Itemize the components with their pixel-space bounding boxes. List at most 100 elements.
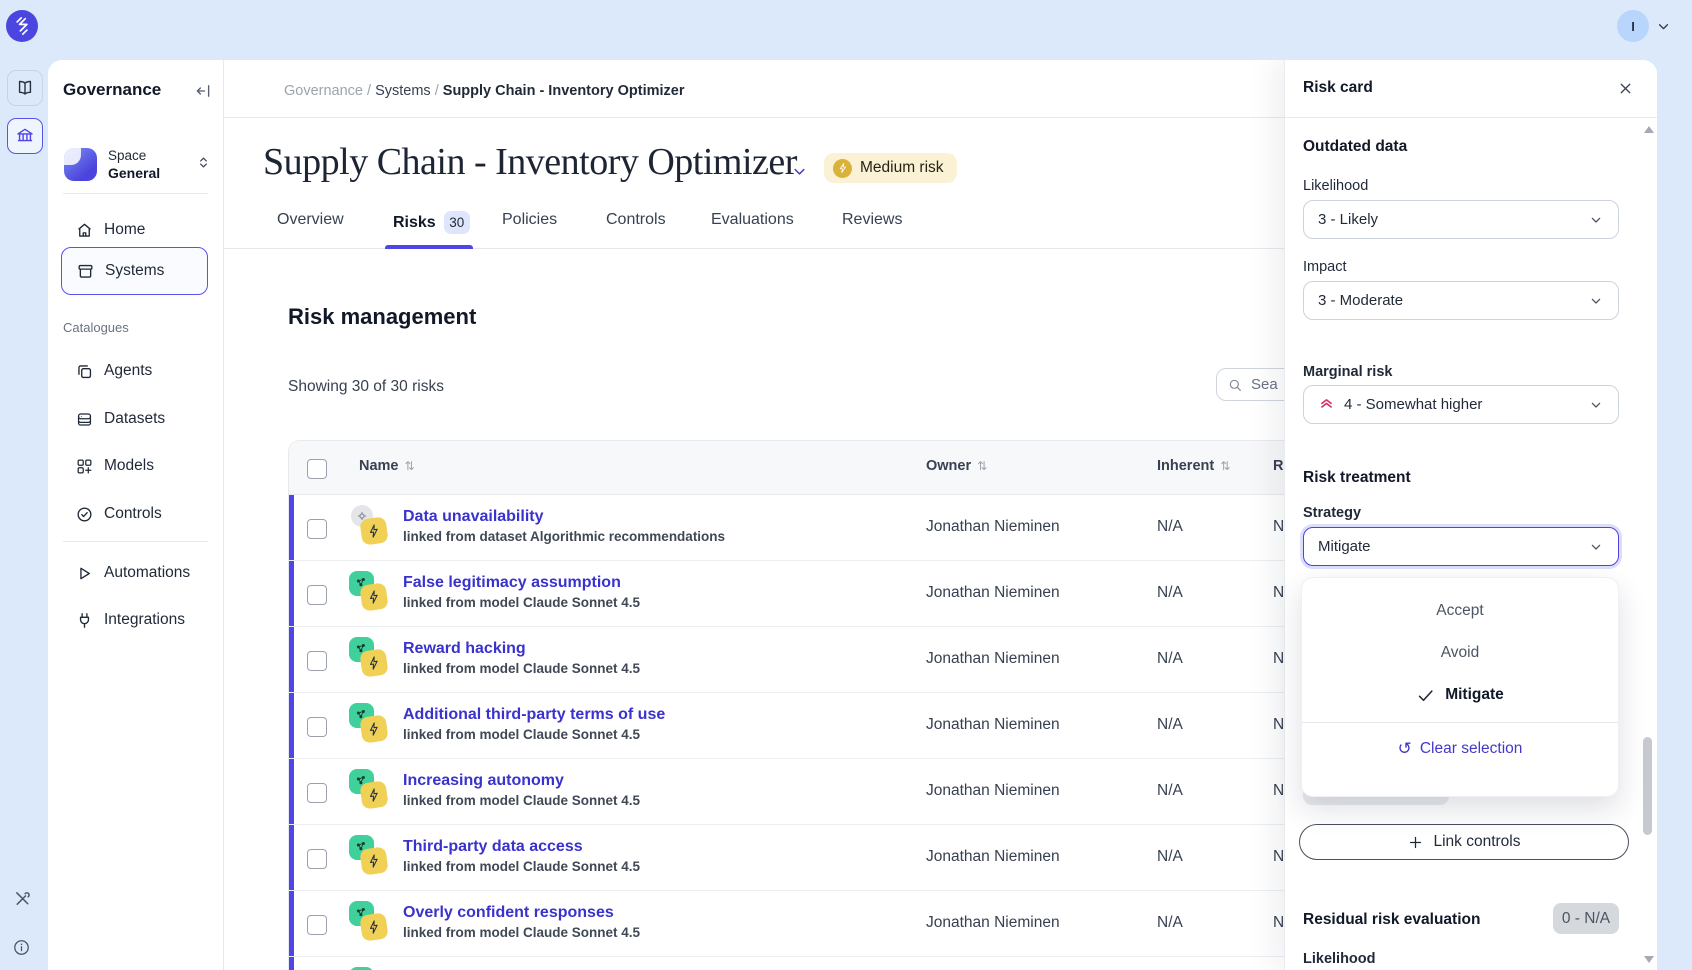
rail-docs-button[interactable] xyxy=(7,70,43,106)
rail-governance-button[interactable] xyxy=(7,118,43,154)
sidebar-item-systems[interactable]: Systems xyxy=(61,247,208,295)
tab-overview[interactable]: Overview xyxy=(277,211,344,229)
row-checkbox[interactable] xyxy=(307,651,327,671)
catalogues-section-label: Catalogues xyxy=(63,320,129,335)
row-accent-stripe xyxy=(289,957,294,970)
sidebar-item-controls[interactable]: Controls xyxy=(61,494,208,534)
rail-tools-button[interactable] xyxy=(12,888,33,909)
panel-title: Risk card xyxy=(1303,79,1373,97)
risk-icons xyxy=(349,901,393,945)
row-accent-stripe xyxy=(289,693,294,758)
space-switcher[interactable] xyxy=(196,155,211,170)
sidebar-item-agents[interactable]: Agents xyxy=(61,351,208,391)
risk-name-link[interactable]: Third-party data access xyxy=(403,836,640,857)
sidebar-item-home[interactable]: Home xyxy=(61,210,208,250)
likelihood-select[interactable]: 3 - Likely xyxy=(1303,200,1619,239)
row-checkbox[interactable] xyxy=(307,717,327,737)
sidebar-item-label: Datasets xyxy=(104,410,165,428)
rail-info-button[interactable] xyxy=(12,938,31,957)
residual-cell-clipped: N xyxy=(1273,584,1284,602)
undo-icon: ↺ xyxy=(1398,739,1412,759)
sidebar-item-integrations[interactable]: Integrations xyxy=(61,600,208,640)
chevron-down-icon xyxy=(1588,293,1604,309)
breadcrumb-governance[interactable]: Governance xyxy=(284,83,363,99)
risk-name-link[interactable]: False legitimacy assumption xyxy=(403,572,640,593)
risk-name-link[interactable]: Increasing autonomy xyxy=(403,770,640,791)
sidebar: Governance Space General Home Systems Ca… xyxy=(48,60,224,970)
sidebar-item-label: Systems xyxy=(105,262,164,280)
sidebar-divider xyxy=(63,541,208,542)
sidebar-item-label: Automations xyxy=(104,564,190,582)
inherent-cell: N/A xyxy=(1157,848,1183,866)
scrollbar-thumb[interactable] xyxy=(1643,737,1652,835)
row-accent-stripe xyxy=(289,495,294,560)
residual-likelihood-label: Likelihood xyxy=(1303,951,1376,967)
residual-risk-label: Residual risk evaluation xyxy=(1303,911,1480,929)
column-header-name[interactable]: Name⇅ xyxy=(359,458,415,474)
owner-cell: Jonathan Nieminen xyxy=(926,716,1060,734)
risk-name-link[interactable]: Data unavailability xyxy=(403,506,725,527)
clear-selection-button[interactable]: ↺ Clear selection xyxy=(1302,723,1618,775)
link-controls-button[interactable]: Link controls xyxy=(1299,824,1629,860)
row-checkbox[interactable] xyxy=(307,783,327,803)
row-checkbox[interactable] xyxy=(307,849,327,869)
tab-reviews[interactable]: Reviews xyxy=(842,211,902,229)
risk-name-link[interactable]: Additional third-party terms of use xyxy=(403,704,665,725)
panel-close-button[interactable] xyxy=(1617,80,1634,97)
systems-icon xyxy=(76,262,95,281)
user-avatar[interactable]: I xyxy=(1617,10,1649,42)
residual-cell-clipped: N xyxy=(1273,716,1284,734)
menu-option-avoid[interactable]: Avoid xyxy=(1302,632,1618,674)
tab-policies[interactable]: Policies xyxy=(502,211,557,229)
title-dropdown-chevron[interactable] xyxy=(790,162,809,181)
select-all-checkbox[interactable] xyxy=(307,459,327,479)
menu-option-mitigate[interactable]: Mitigate xyxy=(1302,674,1618,716)
breadcrumb-systems[interactable]: Systems xyxy=(375,83,431,99)
chevron-down-icon xyxy=(1588,212,1604,228)
sidebar-item-models[interactable]: Models xyxy=(61,446,208,486)
inherent-cell: N/A xyxy=(1157,584,1183,602)
info-icon xyxy=(12,938,31,957)
tab-controls[interactable]: Controls xyxy=(606,211,666,229)
column-header-owner[interactable]: Owner⇅ xyxy=(926,458,987,474)
risk-treatment-heading: Risk treatment xyxy=(1303,469,1411,487)
risk-name-link[interactable]: Reward hacking xyxy=(403,638,640,659)
sidebar-collapse-button[interactable] xyxy=(194,82,212,100)
tab-evaluations[interactable]: Evaluations xyxy=(711,211,794,229)
space-avatar[interactable] xyxy=(64,148,97,181)
strategy-select[interactable]: Mitigate xyxy=(1303,527,1619,566)
row-checkbox[interactable] xyxy=(307,915,327,935)
search-placeholder: Sea xyxy=(1251,376,1278,393)
sort-icon: ⇅ xyxy=(1220,459,1230,473)
risk-badge-label: Medium risk xyxy=(860,159,944,177)
menu-option-accept[interactable]: Accept xyxy=(1302,590,1618,632)
row-checkbox[interactable] xyxy=(307,585,327,605)
close-icon xyxy=(1617,80,1634,97)
residual-cell-clipped: N xyxy=(1273,914,1284,932)
app-logo[interactable] xyxy=(6,10,38,42)
row-accent-stripe xyxy=(289,627,294,692)
bolt-icon xyxy=(359,714,388,743)
residual-cell-clipped: N xyxy=(1273,650,1284,668)
chevrons-updown-icon xyxy=(196,155,211,170)
column-header-residual-clipped[interactable]: R xyxy=(1273,458,1283,474)
sidebar-item-label: Agents xyxy=(104,362,152,380)
sidebar-item-automations[interactable]: Automations xyxy=(61,553,208,593)
account-menu-chevron[interactable] xyxy=(1655,18,1672,35)
marginal-risk-select[interactable]: 4 - Somewhat higher xyxy=(1303,385,1619,424)
owner-cell: Jonathan Nieminen xyxy=(926,650,1060,668)
scrollbar-up-arrow[interactable] xyxy=(1644,126,1654,133)
risk-name-link[interactable]: Overly confident responses xyxy=(403,902,640,923)
results-count: Showing 30 of 30 risks xyxy=(288,378,444,396)
sidebar-item-label: Integrations xyxy=(104,611,185,629)
impact-select[interactable]: 3 - Moderate xyxy=(1303,281,1619,320)
sidebar-item-datasets[interactable]: Datasets xyxy=(61,399,208,439)
book-icon xyxy=(15,78,35,98)
scrollbar-down-arrow[interactable] xyxy=(1644,956,1654,963)
tab-risks[interactable]: Risks 30 xyxy=(393,211,470,234)
column-header-inherent[interactable]: Inherent⇅ xyxy=(1157,458,1230,474)
chevron-down-icon xyxy=(1655,18,1672,35)
risk-icons xyxy=(349,571,393,615)
row-checkbox[interactable] xyxy=(307,519,327,539)
breadcrumb: Governance / Systems / Supply Chain - In… xyxy=(284,83,684,99)
